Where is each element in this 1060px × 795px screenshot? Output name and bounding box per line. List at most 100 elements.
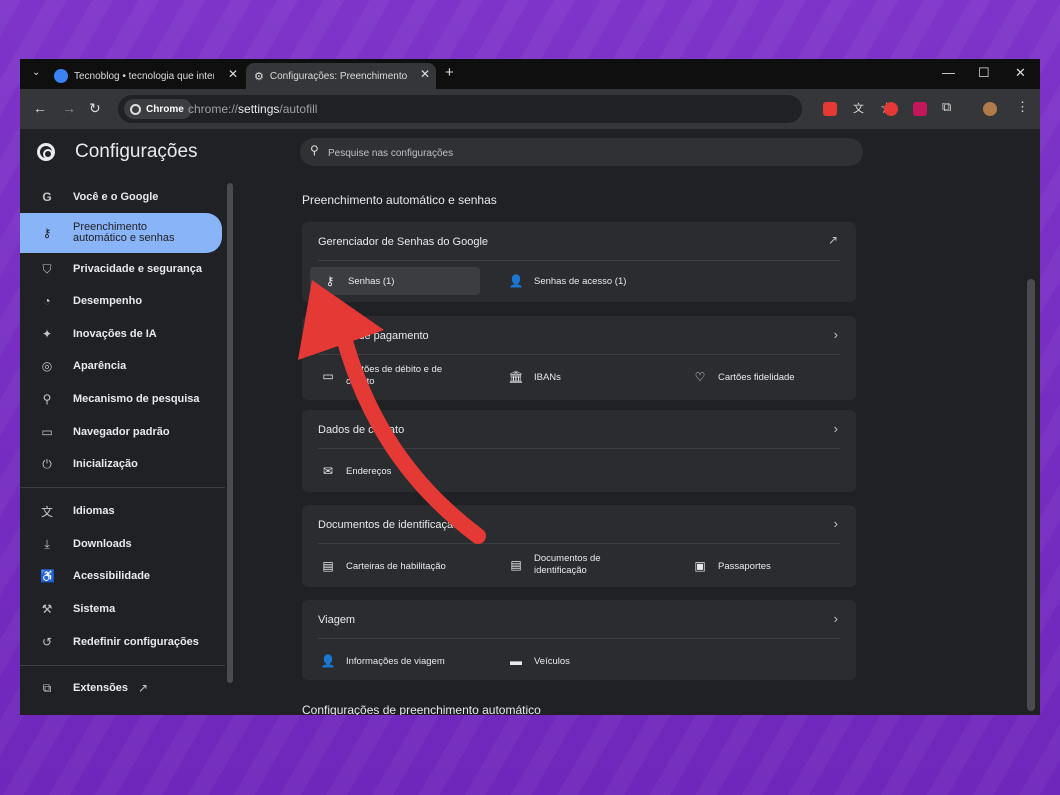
sidebar-item-search-engine[interactable]: ⚲ Mecanismo de pesquisa xyxy=(20,383,222,415)
drivers-licenses-item[interactable]: ▤ Carteiras de habilitação xyxy=(320,559,446,573)
close-window-icon[interactable]: ✕ xyxy=(1015,65,1026,81)
sidebar-item-appearance[interactable]: ◎ Aparência xyxy=(20,350,222,382)
sidebar-item-extensions[interactable]: ⧉ Extensões ↗ xyxy=(20,672,222,704)
item-label: Veículos xyxy=(534,655,570,667)
id-card-icon: ▤ xyxy=(510,558,522,572)
extension-pink-icon[interactable] xyxy=(913,102,927,116)
translate-icon: 文 xyxy=(40,504,53,519)
chip-label: Chrome xyxy=(146,103,184,115)
envelope-icon: ✉ xyxy=(322,464,334,478)
sidebar-item-ai[interactable]: ✦ Inovações de IA xyxy=(20,318,222,350)
chevron-right-icon[interactable]: › xyxy=(834,421,838,436)
sidebar-item-downloads[interactable]: ⤓ Downloads xyxy=(20,528,222,560)
reload-icon[interactable]: ↻ xyxy=(89,100,101,117)
sidebar-divider xyxy=(20,665,225,666)
settings-header: Configurações ⚲ xyxy=(20,129,1040,175)
payment-methods-card: Formas de pagamento › ▭ Cartões de débito… xyxy=(302,316,856,400)
extension-red-icon[interactable] xyxy=(823,102,837,116)
passkeys-item[interactable]: 👤 Senhas de acesso (1) xyxy=(508,274,627,288)
search-icon: ⚲ xyxy=(310,143,319,157)
tab-tecnoblog[interactable]: Tecnoblog • tecnologia que interessa ✕ xyxy=(54,63,244,89)
chrome-chip[interactable]: Chrome xyxy=(124,99,192,119)
gauge-icon: ◔ xyxy=(43,294,51,308)
wrench-icon: ⚒ xyxy=(41,602,53,616)
external-link-icon: ↗ xyxy=(138,681,149,695)
maximize-icon[interactable]: ☐ xyxy=(978,65,990,81)
item-label: Passaportes xyxy=(718,560,771,572)
card-title[interactable]: Documentos de identificação xyxy=(318,519,459,531)
item-label: Cartões fidelidade xyxy=(718,371,795,383)
loyalty-cards-item[interactable]: ♡ Cartões fidelidade xyxy=(692,370,795,384)
sidebar-item-label: Preenchimento automático e senhas xyxy=(73,221,175,244)
travel-info-item[interactable]: 👤 Informações de viagem xyxy=(320,654,445,668)
settings-search[interactable]: ⚲ xyxy=(300,138,863,166)
sidebar-item-label: Desempenho xyxy=(73,295,143,307)
search-input[interactable] xyxy=(326,143,830,163)
forward-icon[interactable]: → xyxy=(62,100,76,116)
item-label: Informações de viagem xyxy=(346,655,445,667)
stop-ext-icon[interactable] xyxy=(884,102,898,116)
card-title[interactable]: Gerenciador de Senhas do Google xyxy=(318,236,488,248)
id-documents-item[interactable]: ▤ Documentos de identificação xyxy=(508,553,614,577)
minimize-icon[interactable]: — xyxy=(942,65,955,80)
accessibility-icon: ♿ xyxy=(40,569,55,583)
main-content: Preenchimento automático e senhas Gerenc… xyxy=(232,175,1040,715)
item-label: Senhas (1) xyxy=(348,275,395,287)
gear-icon: ⚙ xyxy=(254,70,264,83)
address-bar[interactable]: Chrome chrome://settings/autofill ☆ xyxy=(118,95,893,123)
card-title[interactable]: Dados de contato xyxy=(318,424,404,436)
cards-item[interactable]: ▭ Cartões de débito e de crédito xyxy=(320,364,490,388)
password-manager-card: Gerenciador de Senhas do Google ↗ ⚷ Senha… xyxy=(302,222,856,302)
key-icon: ⚷ xyxy=(325,274,335,288)
url-text[interactable]: chrome://settings/autofill xyxy=(188,102,317,116)
new-tab-icon[interactable]: + xyxy=(445,64,454,81)
card-title[interactable]: Viagem xyxy=(318,614,355,626)
chevron-right-icon[interactable]: › xyxy=(834,516,838,531)
sidebar-item-label: Downloads xyxy=(73,538,132,550)
sidebar-item-accessibility[interactable]: ♿ Acessibilidade xyxy=(20,560,222,592)
external-link-icon[interactable]: ↗ xyxy=(828,233,838,247)
chrome-logo-icon xyxy=(37,143,55,161)
download-icon: ⤓ xyxy=(44,536,50,551)
passwords-item[interactable]: ⚷ Senhas (1) xyxy=(310,267,480,295)
ibans-item[interactable]: 🏛 IBANs xyxy=(508,370,561,384)
passports-item[interactable]: ▣ Passaportes xyxy=(692,559,771,573)
chrome-icon xyxy=(130,103,141,115)
sidebar-item-languages[interactable]: 文 Idiomas xyxy=(20,495,222,527)
sidebar-item-system[interactable]: ⚒ Sistema xyxy=(20,593,222,625)
sidebar-item-label: Privacidade e segurança xyxy=(73,263,203,275)
sidebar-item-reset[interactable]: ↺ Redefinir configurações xyxy=(20,626,222,658)
tab-settings[interactable]: ⚙ Configurações: Preenchimento automátic… xyxy=(246,63,436,89)
tecnoblog-favicon-icon xyxy=(54,69,68,83)
close-tab-icon[interactable]: ✕ xyxy=(228,67,238,81)
card-divider xyxy=(318,543,840,544)
avatar[interactable] xyxy=(983,102,997,116)
tab-search-icon[interactable]: ⌄ xyxy=(32,67,40,78)
sidebar-item-performance[interactable]: ◔ Desempenho xyxy=(20,285,222,317)
item-label: Carteiras de habilitação xyxy=(346,560,446,572)
google-icon: G xyxy=(42,190,52,204)
card-divider xyxy=(318,354,840,355)
card-title[interactable]: Formas de pagamento xyxy=(318,330,429,342)
sidebar-item-autofill[interactable]: ⚷ Preenchimento automático e senhas xyxy=(20,213,222,253)
extensions-puzzle-icon[interactable]: ⧉ xyxy=(942,99,956,114)
shield-icon: ⛉ xyxy=(42,261,52,276)
chevron-right-icon[interactable]: › xyxy=(834,327,838,342)
translate-ext-icon[interactable]: 文 xyxy=(853,100,867,115)
back-icon[interactable]: ← xyxy=(33,100,47,116)
main-scrollbar[interactable] xyxy=(1027,279,1035,711)
chevron-right-icon[interactable]: › xyxy=(834,611,838,626)
travel-card: Viagem › 👤 Informações de viagem ▬ Veículo… xyxy=(302,600,856,680)
person-check-icon: 👤 xyxy=(320,654,336,668)
sidebar-item-default-browser[interactable]: ▭ Navegador padrão xyxy=(20,416,222,448)
sidebar-item-startup[interactable]: ⏻ Inicialização xyxy=(20,448,222,480)
vehicles-item[interactable]: ▬ Veículos xyxy=(508,654,570,668)
sidebar-item-privacy[interactable]: ⛉ Privacidade e segurança xyxy=(20,253,222,285)
item-label: Cartões de débito e de crédito xyxy=(346,364,443,387)
addresses-item[interactable]: ✉ Endereços xyxy=(320,464,391,478)
menu-kebab-icon[interactable]: ⋮ xyxy=(1016,99,1030,114)
diamond-icon: ♡ xyxy=(694,370,706,384)
sidebar: G Você e o Google ⚷ Preenchimento automáti… xyxy=(20,175,233,715)
sidebar-item-voce-e-o-google[interactable]: G Você e o Google xyxy=(20,181,222,213)
close-tab-icon[interactable]: ✕ xyxy=(420,67,430,81)
